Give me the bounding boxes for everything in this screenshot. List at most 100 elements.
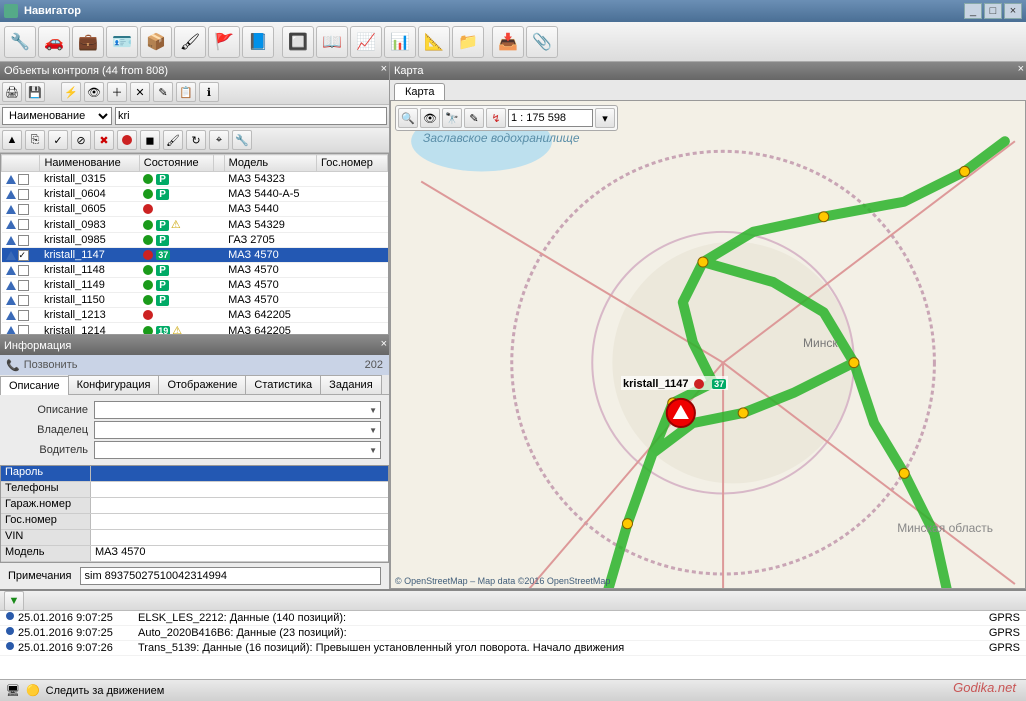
tri-icon[interactable]: ▲ [2, 130, 22, 150]
desc-field[interactable] [94, 401, 381, 419]
log-list[interactable]: 25.01.2016 9:07:25ELSK_LES_2212: Данные … [0, 611, 1026, 679]
minimize-button[interactable]: _ [964, 3, 982, 19]
add-icon[interactable]: ＋ [107, 82, 127, 102]
driver-field[interactable] [94, 441, 381, 459]
view-icon[interactable]: 👁 [84, 82, 104, 102]
column-header[interactable] [214, 155, 224, 172]
objects-table[interactable]: НаименованиеСостояние МодельГос.номер kri… [0, 153, 389, 335]
call-row[interactable]: 📞 Позвонить 202 [0, 355, 389, 375]
column-header[interactable]: Гос.номер [317, 155, 388, 172]
property-row[interactable]: МодельМАЗ 4570 [1, 546, 388, 562]
tool-flag-icon[interactable]: 🚩 [208, 26, 240, 58]
table-row[interactable]: kristall_1213МАЗ 642205 [2, 308, 388, 323]
tab-config[interactable]: Конфигурация [68, 375, 160, 394]
property-row[interactable]: VIN [1, 530, 388, 546]
wrench2-icon[interactable]: 🔧 [232, 130, 252, 150]
tool-id-icon[interactable]: 🪪 [106, 26, 138, 58]
tab-tasks[interactable]: Задания [320, 375, 381, 394]
properties-table[interactable]: ПарольТелефоныГараж.номерГос.номерVINМод… [0, 465, 389, 563]
tool-car-icon[interactable]: 🚗 [38, 26, 70, 58]
tab-stats[interactable]: Статистика [245, 375, 321, 394]
map-eye-icon[interactable]: 👁 [420, 108, 440, 128]
toolbar-separator [486, 27, 490, 57]
filter-icon[interactable]: ⚡ [61, 82, 81, 102]
remove-icon[interactable]: ✖ [94, 130, 114, 150]
marker-label: kristall_1147 37 [621, 376, 728, 390]
property-row[interactable]: Пароль [1, 466, 388, 482]
table-row[interactable]: kristall_1150PМАЗ 4570 [2, 293, 388, 308]
map-edit-icon[interactable]: ✎ [464, 108, 484, 128]
map-zoom-icon[interactable]: 🔍 [398, 108, 418, 128]
map-close-icon[interactable]: × [1018, 63, 1024, 75]
maximize-button[interactable]: □ [984, 3, 1002, 19]
table-row[interactable]: kristall_0983P⚠МАЗ 54329 [2, 217, 388, 233]
tab-display[interactable]: Отображение [158, 375, 246, 394]
tool-chart-icon[interactable]: 📈 [350, 26, 382, 58]
log-filter-icon[interactable]: ▼ [4, 591, 24, 611]
property-row[interactable]: Гараж.номер [1, 498, 388, 514]
property-row[interactable]: Гос.номер [1, 514, 388, 530]
tool-settings-icon[interactable]: 🔧 [4, 26, 36, 58]
map-tab[interactable]: Карта [394, 83, 445, 100]
tool-book-icon[interactable]: 📘 [242, 26, 274, 58]
log-row: 25.01.2016 9:07:25Auto_2020B416B6: Данны… [0, 626, 1026, 641]
tool-package-icon[interactable]: 📦 [140, 26, 172, 58]
copy-icon[interactable]: ⎘ [25, 130, 45, 150]
info-icon[interactable]: ℹ [199, 82, 219, 102]
tool-folder-icon[interactable]: 📁 [452, 26, 484, 58]
brush2-icon[interactable]: 🖌 [163, 130, 183, 150]
dot-icon[interactable] [117, 130, 137, 150]
table-row[interactable]: kristall_1149PМАЗ 4570 [2, 278, 388, 293]
info-panel-title: Информация [4, 340, 71, 352]
column-header[interactable]: Наименование [40, 155, 139, 172]
check-icon[interactable]: ✓ [48, 130, 68, 150]
map-scale-dd-icon[interactable]: ▾ [595, 108, 615, 128]
tool-catalog-icon[interactable]: 📖 [316, 26, 348, 58]
refresh-icon[interactable]: ↻ [186, 130, 206, 150]
column-header[interactable]: Модель [224, 155, 316, 172]
tool-attach-icon[interactable]: 📎 [526, 26, 558, 58]
map-binoc-icon[interactable]: 🔭 [442, 108, 462, 128]
tool-window-icon[interactable]: 🔲 [282, 26, 314, 58]
oblast-label: Минская область [895, 521, 995, 535]
clear-icon[interactable]: ⊘ [71, 130, 91, 150]
filter-value-input[interactable] [115, 107, 387, 125]
table-row[interactable]: kristall_1148PМАЗ 4570 [2, 263, 388, 278]
map-route-icon[interactable]: ↯ [486, 108, 506, 128]
tool-ruler-icon[interactable]: 📐 [418, 26, 450, 58]
tool-briefcase-icon[interactable]: 💼 [72, 26, 104, 58]
log-row: 25.01.2016 9:07:25ELSK_LES_2212: Данные … [0, 611, 1026, 626]
table-row[interactable]: kristall_0985PГАЗ 2705 [2, 233, 388, 248]
close-button[interactable]: × [1004, 3, 1022, 19]
locate-icon[interactable]: ⌖ [209, 130, 229, 150]
print-icon[interactable]: 🖨 [2, 82, 22, 102]
shape-icon[interactable]: ◼ [140, 130, 160, 150]
note-input[interactable] [80, 567, 381, 585]
table-row[interactable]: kristall_114737МАЗ 4570 [2, 248, 388, 263]
delete-icon[interactable]: ✕ [130, 82, 150, 102]
tool-download-icon[interactable]: 📥 [492, 26, 524, 58]
owner-field[interactable] [94, 421, 381, 439]
map-viewport[interactable]: 🔍 👁 🔭 ✎ ↯ ▾ kristall_1147 37 Минск Минск… [390, 100, 1026, 589]
column-header[interactable] [2, 155, 40, 172]
watermark: Godika.net [953, 680, 1016, 695]
info-close-icon[interactable]: × [381, 338, 387, 350]
filter-field-combo[interactable]: Наименование [2, 107, 112, 125]
map-panel-title: Карта [394, 65, 423, 77]
tool-stats-icon[interactable]: 📊 [384, 26, 416, 58]
tab-description[interactable]: Описание [0, 376, 69, 395]
edit-icon[interactable]: ✎ [153, 82, 173, 102]
table-row[interactable]: kristall_121419⚠МАЗ 642205 [2, 323, 388, 336]
map-scale-input[interactable] [508, 109, 593, 127]
property-row[interactable]: Телефоны [1, 482, 388, 498]
log-row: 25.01.2016 9:07:26Trans_5139: Данные (16… [0, 641, 1026, 656]
clipboard-icon[interactable]: 📋 [176, 82, 196, 102]
tool-brush-icon[interactable]: 🖌 [174, 26, 206, 58]
table-row[interactable]: kristall_0604PМАЗ 5440-А-5 [2, 187, 388, 202]
export-icon[interactable]: 💾 [25, 82, 45, 102]
table-row[interactable]: kristall_0605МАЗ 5440 [2, 202, 388, 217]
column-header[interactable]: Состояние [139, 155, 213, 172]
table-row[interactable]: kristall_0315PМАЗ 54323 [2, 172, 388, 187]
window-titlebar: Навигатор _ □ × [0, 0, 1026, 22]
panel-close-icon[interactable]: × [381, 63, 387, 75]
